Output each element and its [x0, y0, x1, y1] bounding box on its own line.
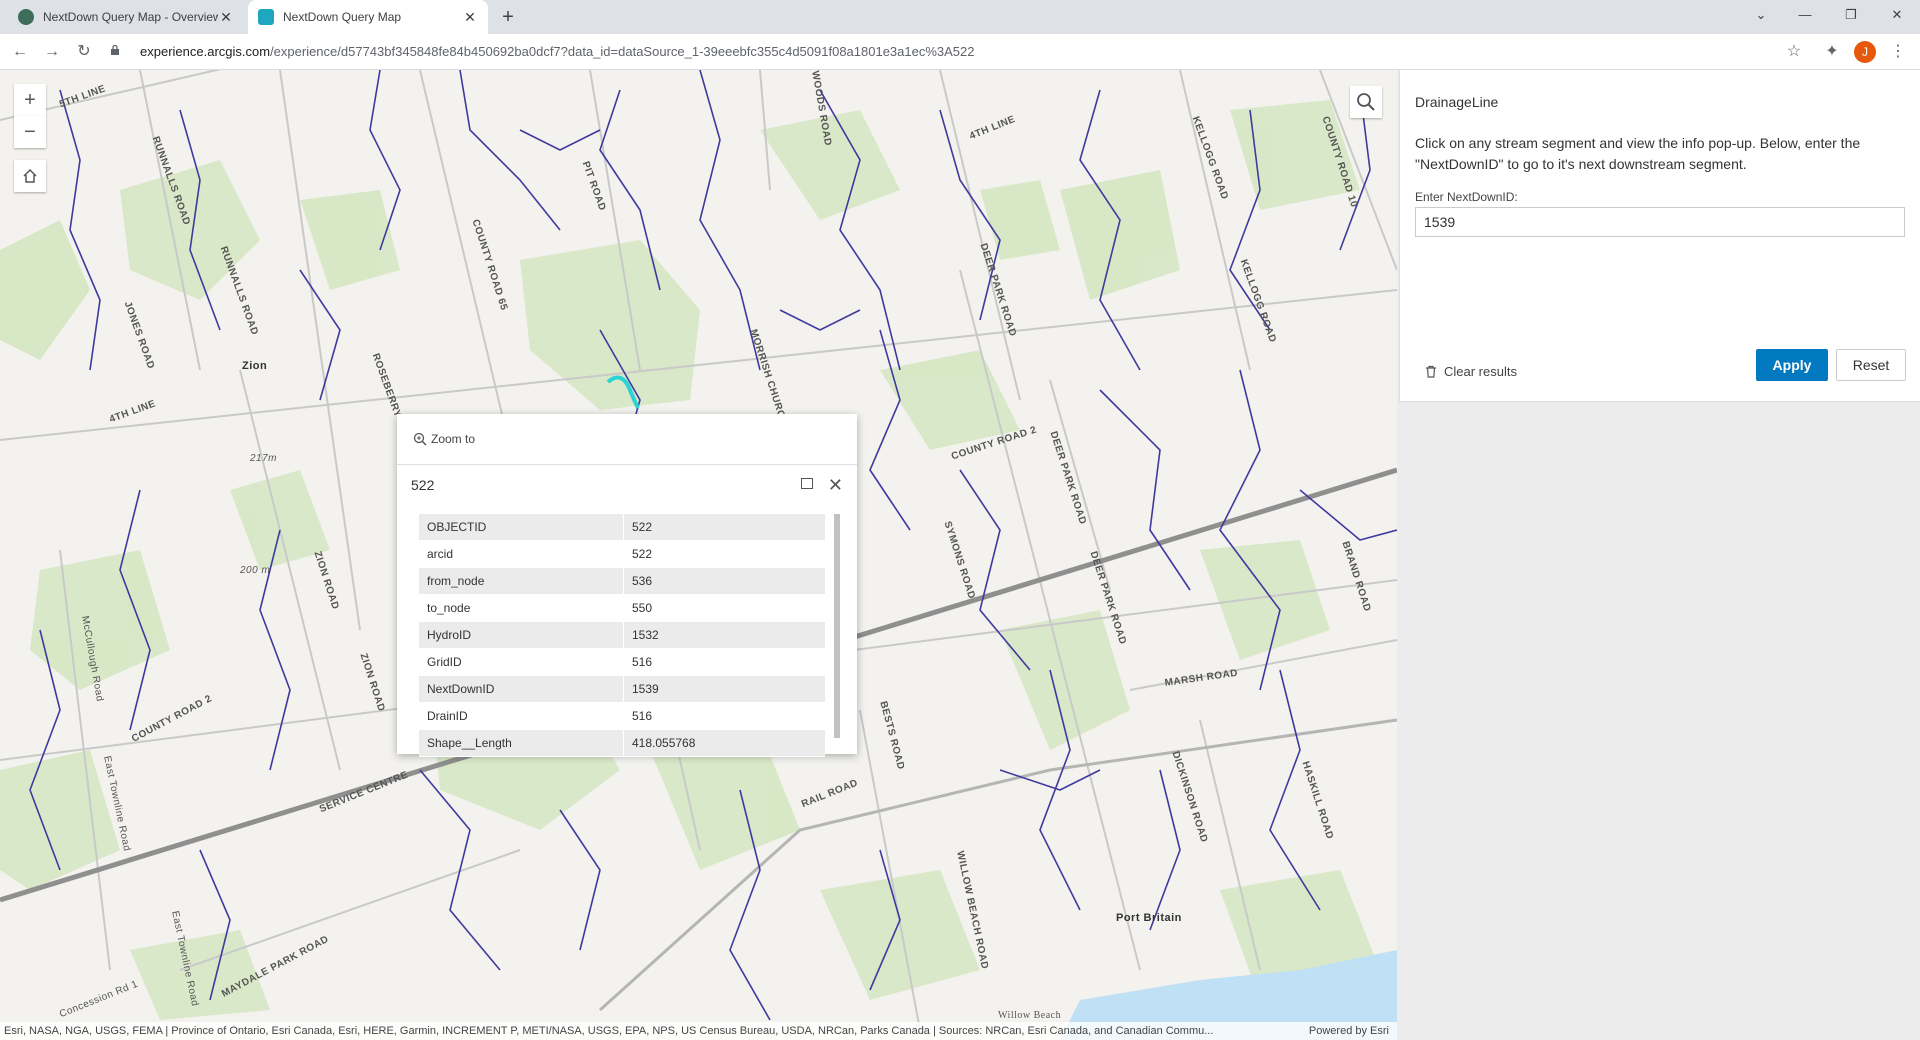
close-icon[interactable]: ✕ — [828, 475, 843, 496]
map-search-button[interactable] — [1350, 86, 1382, 118]
clear-results-label: Clear results — [1444, 364, 1517, 379]
zoom-to-label: Zoom to — [431, 432, 476, 446]
map-label: Willow Beach — [998, 1010, 1062, 1021]
window-close-button[interactable]: ✕ — [1874, 0, 1920, 30]
close-icon[interactable]: ✕ — [218, 9, 234, 25]
attribute-value: 536 — [623, 567, 825, 595]
table-row: OBJECTID 522 — [419, 514, 825, 541]
attribute-key: arcid — [419, 540, 624, 568]
attribute-key: GridID — [419, 648, 624, 676]
attribution-text: Esri, NASA, NGA, USGS, FEMA | Province o… — [4, 1025, 1214, 1037]
menu-icon[interactable]: ⋮ — [1886, 40, 1910, 64]
input-label: Enter NextDownID: — [1415, 190, 1518, 204]
bookmark-star-icon[interactable]: ☆ — [1782, 40, 1806, 64]
attribute-key: HydroID — [419, 621, 624, 649]
nextdownid-input[interactable]: 1539 — [1415, 207, 1905, 237]
attribute-value: 522 — [623, 514, 825, 541]
table-row: arcid 522 — [419, 540, 825, 568]
url-field[interactable]: experience.arcgis.com/experience/d57743b… — [104, 39, 1806, 65]
url-text: experience.arcgis.com/experience/d57743b… — [140, 44, 975, 59]
map-attribution: Esri, NASA, NGA, USGS, FEMA | Province o… — [0, 1022, 1397, 1040]
new-tab-button[interactable]: + — [496, 5, 520, 29]
panel-title: DrainageLine — [1415, 94, 1499, 110]
search-icon — [1357, 93, 1375, 111]
attribute-key: NextDownID — [419, 675, 624, 703]
tab-query-map[interactable]: NextDown Query Map ✕ — [248, 0, 488, 34]
app-icon — [258, 9, 274, 25]
attribute-value: 1532 — [623, 621, 825, 649]
attribute-value: 1539 — [623, 675, 825, 703]
tab-label: NextDown Query Map — [283, 10, 402, 24]
attribute-value: 418.055768 — [623, 729, 825, 757]
map-label: Zion — [242, 360, 268, 372]
zoom-magnifier-icon — [413, 432, 427, 446]
map-label: 217m — [250, 453, 278, 464]
tab-label: NextDown Query Map - Overview — [43, 10, 218, 24]
clear-results-button[interactable]: Clear results — [1425, 364, 1517, 379]
browser-tab-bar: NextDown Query Map - Overview ✕ NextDown… — [0, 0, 1920, 34]
apply-button[interactable]: Apply — [1756, 349, 1828, 381]
attribute-value: 516 — [623, 702, 825, 730]
popup-scrollbar[interactable] — [834, 514, 840, 738]
attribute-value: 516 — [623, 648, 825, 676]
attribute-key: Shape__Length — [419, 729, 624, 757]
dock-icon[interactable] — [801, 478, 813, 489]
home-icon — [23, 168, 37, 183]
table-row: HydroID 1532 — [419, 621, 825, 649]
address-bar: ← → ↻ experience.arcgis.com/experience/d… — [0, 34, 1920, 70]
minimize-button[interactable]: — — [1782, 0, 1828, 30]
tab-search-icon[interactable]: ⌄ — [1738, 0, 1784, 30]
attribute-key: to_node — [419, 594, 624, 622]
feature-popup: Zoom to 522 ✕ OBJECTID 522 arcid 522 from_… — [397, 414, 857, 757]
close-icon[interactable]: ✕ — [462, 9, 478, 25]
attribute-key: from_node — [419, 567, 624, 595]
map-label: 200 m — [240, 565, 271, 576]
trash-icon — [1426, 365, 1436, 378]
table-row: NextDownID 1539 — [419, 675, 825, 703]
table-row: Shape__Length 418.055768 — [419, 729, 825, 757]
reload-icon[interactable]: ↻ — [72, 40, 96, 64]
panel-description: Click on any stream segment and view the… — [1415, 135, 1861, 172]
attribute-key: DrainID — [419, 702, 624, 730]
home-button[interactable] — [14, 160, 46, 192]
table-row: to_node 550 — [419, 594, 825, 622]
maximize-button[interactable]: ❐ — [1828, 0, 1874, 30]
attribute-value: 522 — [623, 540, 825, 568]
map-label: Port Britain — [1116, 912, 1182, 924]
table-row: from_node 536 — [419, 567, 825, 595]
reset-button[interactable]: Reset — [1836, 349, 1906, 381]
zoom-in-button[interactable]: + — [14, 84, 46, 116]
table-row: DrainID 516 — [419, 702, 825, 730]
table-row: GridID 516 — [419, 648, 825, 676]
popup-title: 522 — [411, 477, 435, 493]
extensions-icon[interactable]: ✦ — [1820, 40, 1844, 64]
profile-avatar[interactable]: J — [1854, 41, 1876, 63]
query-panel: DrainageLine Click on any stream segment… — [1399, 70, 1920, 402]
attribute-value: 550 — [623, 594, 825, 622]
powered-by-esri[interactable]: Powered by Esri — [1309, 1022, 1389, 1040]
back-icon[interactable]: ← — [8, 40, 32, 64]
url-path: /experience/d57743bf345848fe84b450692ba0… — [270, 44, 975, 59]
attribute-table: OBJECTID 522 arcid 522 from_node 536 to_nod… — [419, 514, 825, 757]
popup-header: 522 ✕ — [397, 465, 857, 505]
lock-icon — [111, 45, 119, 55]
zoom-out-button[interactable]: − — [14, 116, 46, 148]
tab-overview[interactable]: NextDown Query Map - Overview ✕ — [8, 0, 244, 34]
forward-icon[interactable]: → — [40, 40, 64, 64]
globe-icon — [18, 9, 34, 25]
zoom-to-button[interactable]: Zoom to — [397, 414, 857, 465]
attribute-key: OBJECTID — [419, 514, 624, 541]
url-domain: experience.arcgis.com — [140, 44, 271, 59]
